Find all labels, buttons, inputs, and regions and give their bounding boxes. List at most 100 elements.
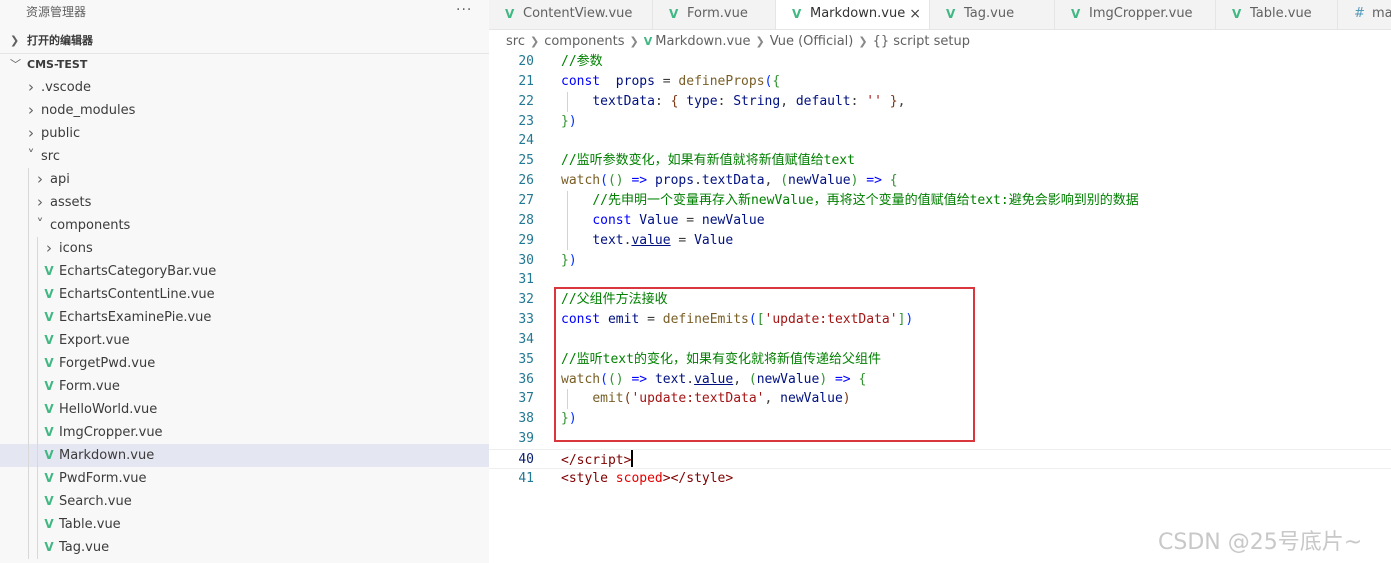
line-number: 20	[518, 54, 534, 69]
tab-label: ImgCropper.vue	[1089, 6, 1193, 21]
more-actions-icon[interactable]: ···	[456, 2, 472, 18]
line-number: 41	[518, 470, 534, 486]
chevron-right-icon: ›	[28, 101, 34, 119]
folder-item[interactable]: › icons	[0, 237, 489, 260]
file-item[interactable]: V Export.vue	[0, 329, 489, 352]
tree-item-label: api	[50, 172, 70, 187]
file-item[interactable]: V EchartsCategoryBar.vue	[0, 260, 489, 283]
indent-guide	[567, 91, 568, 112]
line-number: 35	[518, 351, 534, 367]
line-number: 21	[518, 73, 534, 89]
file-item[interactable]: V Table.vue	[0, 513, 489, 536]
code-text: const Value = newValue	[592, 212, 765, 228]
vue-icon: V	[505, 7, 515, 21]
editor-tab[interactable]: V Form.vue	[653, 0, 776, 29]
code-line[interactable]: 40 </script>	[489, 449, 1391, 469]
file-item[interactable]: V Form.vue	[0, 375, 489, 398]
code-line[interactable]: 41 <style scoped></style>	[489, 469, 1391, 489]
chevron-right-icon: ❯	[629, 35, 639, 48]
tree-item-label: src	[41, 149, 60, 164]
vue-file-icon: V	[44, 425, 54, 439]
chevron-down-icon: ﹀	[10, 58, 21, 71]
vue-icon: V	[1232, 7, 1242, 21]
editor-tab-bar: V ContentView.vue V Form.vue V Markdown.vue × V…	[489, 0, 1391, 30]
code-line[interactable]: 22 textData: { type: String, default: ''…	[489, 92, 1391, 112]
open-editors-section[interactable]: ❯ 打开的编辑器	[0, 30, 489, 54]
editor-tab[interactable]: V Tag.vue	[930, 0, 1055, 29]
breadcrumb-lang[interactable]: Vue (Official)	[770, 33, 854, 51]
code-line[interactable]: 28 const Value = newValue	[489, 211, 1391, 231]
tree-item-label: ForgetPwd.vue	[59, 356, 156, 371]
code-text: //监听参数变化，如果有新值就将新值赋值给text	[561, 153, 855, 169]
project-label: CMS-TEST	[27, 58, 88, 71]
code-text: </script>	[561, 450, 634, 471]
folder-item[interactable]: › public	[0, 122, 489, 145]
tree-item-label: node_modules	[41, 103, 136, 118]
line-number: 24	[518, 133, 534, 149]
folder-item[interactable]: › node_modules	[0, 99, 489, 122]
file-item[interactable]: V Tag.vue	[0, 536, 489, 559]
tab-label: Table.vue	[1250, 6, 1312, 21]
file-item[interactable]: V ImgCropper.vue	[0, 421, 489, 444]
line-number: 37	[518, 391, 534, 407]
indent-guide	[567, 190, 568, 251]
tree-item-label: assets	[50, 195, 92, 210]
file-item[interactable]: V Markdown.vue	[0, 444, 489, 467]
text-cursor	[631, 450, 634, 467]
code-line[interactable]: 25 //监听参数变化，如果有新值就将新值赋值给text	[489, 151, 1391, 171]
tree-item-label: HelloWorld.vue	[59, 402, 158, 417]
tree-item-label: Markdown.vue	[59, 448, 155, 463]
folder-item[interactable]: ˅ src	[0, 145, 489, 168]
css-hash-icon: #	[1354, 6, 1365, 21]
file-item[interactable]: V PwdForm.vue	[0, 467, 489, 490]
breadcrumb-symbol[interactable]: script setup	[893, 33, 970, 51]
file-item[interactable]: V EchartsExaminePie.vue	[0, 306, 489, 329]
code-text: //先申明一个变量再存入新newValue，再将这个变量的值赋值给text:避免…	[592, 192, 1139, 208]
project-section[interactable]: ﹀ CMS-TEST	[0, 54, 489, 76]
breadcrumb-components[interactable]: components	[544, 33, 624, 51]
tree-item-label: public	[41, 126, 81, 141]
code-line[interactable]: 23})	[489, 112, 1391, 132]
breadcrumb-src[interactable]: src	[506, 33, 525, 51]
code-line[interactable]: 21 const props = defineProps({	[489, 72, 1391, 92]
folder-item[interactable]: › .vscode	[0, 76, 489, 99]
code-line[interactable]: 20 //参数	[489, 52, 1391, 72]
line-number: 40	[518, 452, 534, 467]
chevron-right-icon: ›	[28, 78, 34, 96]
tab-label: ContentView.vue	[523, 6, 633, 21]
code-line[interactable]: 24	[489, 131, 1391, 151]
code-line[interactable]: 27 //先申明一个变量再存入新newValue，再将这个变量的值赋值给text…	[489, 191, 1391, 211]
line-number: 33	[518, 312, 534, 328]
tree-item-label: ImgCropper.vue	[59, 425, 163, 440]
tree-item-label: Search.vue	[59, 494, 132, 509]
editor-tab[interactable]: # ma	[1338, 0, 1391, 29]
editor-tab[interactable]: V ContentView.vue	[489, 0, 653, 29]
code-text: text.value = Value	[592, 232, 734, 248]
editor-tab[interactable]: V ImgCropper.vue	[1055, 0, 1216, 29]
chevron-down-icon: ˅	[36, 217, 44, 233]
file-item[interactable]: V Search.vue	[0, 490, 489, 513]
tree-item-label: icons	[59, 241, 93, 256]
breadcrumb-file[interactable]: Markdown.vue	[655, 33, 750, 51]
tree-item-label: Form.vue	[59, 379, 120, 394]
folder-item[interactable]: › api	[0, 168, 489, 191]
close-icon[interactable]: ×	[909, 0, 921, 28]
code-text: watch(() => props.textData, (newValue) =…	[561, 173, 898, 189]
editor-tab[interactable]: V Table.vue	[1216, 0, 1338, 29]
chevron-right-icon: ›	[37, 170, 43, 188]
editor-tab[interactable]: V Markdown.vue ×	[776, 0, 930, 29]
file-item[interactable]: V HelloWorld.vue	[0, 398, 489, 421]
tree-item-label: Table.vue	[59, 517, 121, 532]
code-line[interactable]: 26 watch(() => props.textData, (newValue)…	[489, 171, 1391, 191]
folder-item[interactable]: ˅ components	[0, 214, 489, 237]
line-number: 34	[518, 331, 534, 347]
folder-item[interactable]: › assets	[0, 191, 489, 214]
code-line[interactable]: 30})	[489, 251, 1391, 271]
chevron-right-icon: ❯	[858, 35, 868, 48]
file-item[interactable]: V EchartsContentLine.vue	[0, 283, 489, 306]
vue-icon: V	[669, 7, 679, 21]
tree-item-label: EchartsExaminePie.vue	[59, 310, 212, 325]
file-item[interactable]: V ForgetPwd.vue	[0, 352, 489, 375]
code-line[interactable]: 29 text.value = Value	[489, 231, 1391, 251]
tree-item-label: PwdForm.vue	[59, 471, 147, 486]
